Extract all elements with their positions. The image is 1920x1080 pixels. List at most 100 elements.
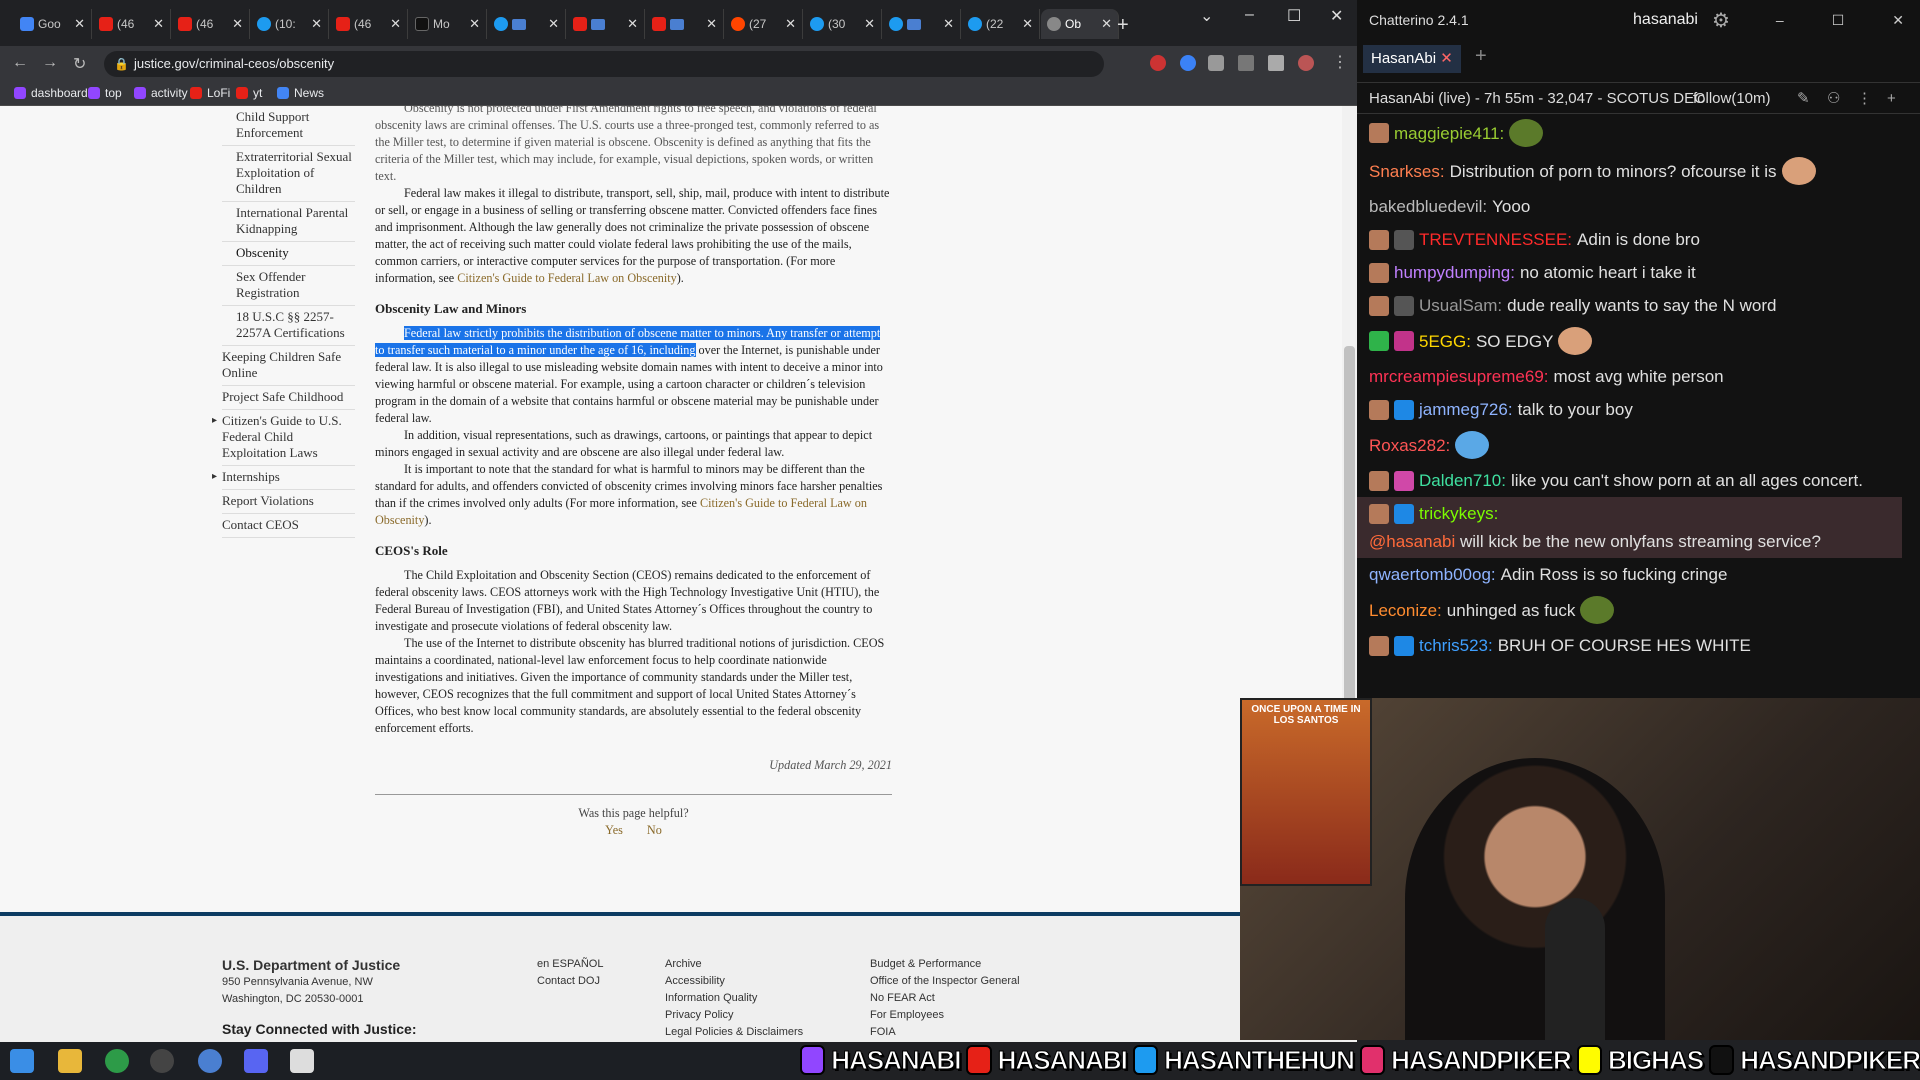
chat-username[interactable]: Roxas282:	[1369, 434, 1450, 457]
browser-tab[interactable]: ✕	[488, 9, 566, 39]
tab-close-icon[interactable]: ✕	[548, 16, 559, 32]
menu-kebab-icon[interactable]: ⋮	[1332, 52, 1348, 72]
chat-username[interactable]: Leconize:	[1369, 599, 1442, 622]
extension-ublock-icon[interactable]	[1150, 55, 1166, 71]
sidenav-item[interactable]: Internships	[212, 466, 355, 490]
obs-taskbar-icon[interactable]	[150, 1049, 174, 1073]
browser-tab[interactable]: Mo ✕	[409, 9, 487, 39]
bookmark-activity[interactable]: activity	[134, 86, 188, 100]
close-icon[interactable]: ✕	[1892, 12, 1904, 29]
sidenav-item[interactable]: Sex Offender Registration	[222, 266, 355, 306]
footer-link[interactable]: Accessibility	[665, 973, 803, 990]
minimize-icon[interactable]: –	[1776, 12, 1784, 28]
chat-username[interactable]: TREVTENNESSEE:	[1419, 228, 1572, 251]
sidenav-item[interactable]: International Parental Kidnapping	[222, 202, 355, 242]
bookmark-yt[interactable]: yt	[236, 86, 262, 100]
tab-hasanabi[interactable]: HasanAbi ✕	[1363, 45, 1461, 73]
footer-link[interactable]: en ESPAÑOL	[537, 956, 603, 973]
chat-username[interactable]: Snarkses:	[1369, 160, 1445, 183]
chat-username[interactable]: UsualSam:	[1419, 294, 1502, 317]
chat-username[interactable]: jammeg726:	[1419, 398, 1513, 421]
app-taskbar-icon[interactable]	[290, 1049, 314, 1073]
chat-username[interactable]: mrcreampiesupreme69:	[1369, 365, 1549, 388]
side-panel-icon[interactable]	[1268, 55, 1284, 71]
chat-username[interactable]: humpydumping:	[1394, 261, 1515, 284]
tab-close-icon[interactable]: ✕	[1022, 16, 1033, 32]
bookmark-lofi[interactable]: LoFi	[190, 86, 230, 100]
browser-tab[interactable]: Goo ✕	[14, 9, 92, 39]
close-tab-icon[interactable]: ✕	[1440, 50, 1453, 67]
browser-tab[interactable]: (27 ✕	[725, 9, 803, 39]
chat-username[interactable]: qwaertomb00og:	[1369, 563, 1496, 586]
sidenav-item[interactable]: 18 U.S.C §§ 2257-2257A Certifications	[222, 306, 355, 346]
bookmark-news[interactable]: News	[277, 86, 324, 100]
footer-link[interactable]: Contact DOJ	[537, 973, 603, 990]
footer-link[interactable]: For Employees	[870, 1007, 1020, 1024]
bookmark-top[interactable]: top	[88, 86, 122, 100]
browser-tab[interactable]: (30 ✕	[804, 9, 882, 39]
tab-close-icon[interactable]: ✕	[864, 16, 875, 32]
edit-icon[interactable]: ✎	[1797, 83, 1810, 113]
chat-username[interactable]: trickykeys:	[1419, 502, 1498, 525]
browser-tab[interactable]: (10: ✕	[251, 9, 329, 39]
tab-close-icon[interactable]: ✕	[627, 16, 638, 32]
tab-close-icon[interactable]: ✕	[153, 16, 164, 32]
chatterino-taskbar-icon[interactable]	[198, 1049, 222, 1073]
tab-close-icon[interactable]: ✕	[311, 16, 322, 32]
sidenav-item[interactable]: Child Support Enforcement	[222, 106, 355, 146]
media-control-icon[interactable]	[1238, 55, 1254, 71]
sidenav-item[interactable]: Report Violations	[222, 490, 355, 514]
tab-close-icon[interactable]: ✕	[706, 16, 717, 32]
tab-close-icon[interactable]: ✕	[232, 16, 243, 32]
chat-username[interactable]: Dalden710:	[1419, 469, 1506, 492]
windows-start-icon[interactable]	[10, 1049, 34, 1073]
helpful-no-link[interactable]: No	[647, 823, 662, 837]
footer-link[interactable]: Privacy Policy	[665, 1007, 803, 1024]
browser-tab[interactable]: ✕	[883, 9, 961, 39]
new-tab-button[interactable]: +	[1117, 14, 1129, 37]
chat-scrollbar[interactable]	[1902, 114, 1920, 698]
channel-menu-icon[interactable]: ⋮	[1857, 83, 1872, 113]
footer-link[interactable]: Office of the Inspector General	[870, 973, 1020, 990]
citizens-guide-link[interactable]: Citizen's Guide to Federal Law on Obscen…	[457, 271, 677, 285]
browser-tab[interactable]: Ob ✕	[1041, 9, 1119, 39]
browser-tab[interactable]: ✕	[646, 9, 724, 39]
extensions-puzzle-icon[interactable]	[1208, 55, 1224, 71]
tab-close-icon[interactable]: ✕	[74, 16, 85, 32]
footer-link[interactable]: Information Quality	[665, 990, 803, 1007]
profile-avatar[interactable]	[1298, 55, 1314, 71]
bookmark-dashboard[interactable]: dashboard	[14, 86, 88, 100]
sidenav-item[interactable]: Extraterritorial Sexual Exploitation of …	[222, 146, 355, 202]
extension-audio-icon[interactable]	[1180, 55, 1196, 71]
browser-tab[interactable]: ✕	[567, 9, 645, 39]
tab-close-icon[interactable]: ✕	[785, 16, 796, 32]
add-split-icon[interactable]: +	[1887, 83, 1896, 113]
chat-username[interactable]: tchris523:	[1419, 634, 1493, 657]
chat-username[interactable]: maggiepie411:	[1394, 122, 1504, 145]
minimize-icon[interactable]: –	[1245, 6, 1254, 24]
chrome-taskbar-icon[interactable]	[105, 1049, 129, 1073]
footer-link[interactable]: Archive	[665, 956, 803, 973]
sidenav-item[interactable]: Project Safe Childhood	[222, 386, 355, 410]
footer-link[interactable]: Budget & Performance	[870, 956, 1020, 973]
chat-username[interactable]: bakedbluedevil:	[1369, 195, 1487, 218]
browser-tab[interactable]: (22 ✕	[962, 9, 1040, 39]
sidenav-item[interactable]: Contact CEOS	[222, 514, 355, 538]
settings-gear-icon[interactable]: ⚙	[1712, 8, 1730, 33]
maximize-icon[interactable]: ☐	[1287, 6, 1301, 26]
forward-icon[interactable]: →	[42, 54, 58, 72]
footer-link[interactable]: Legal Policies & Disclaimers	[665, 1024, 803, 1041]
maximize-icon[interactable]: ☐	[1832, 12, 1845, 29]
browser-tab[interactable]: (46 ✕	[330, 9, 408, 39]
reload-icon[interactable]: ↻	[73, 54, 86, 74]
chatterino-user[interactable]: hasanabi	[1633, 11, 1698, 29]
sidenav-item[interactable]: Obscenity	[222, 242, 355, 266]
footer-link[interactable]: No FEAR Act	[870, 990, 1020, 1007]
tab-close-icon[interactable]: ✕	[390, 16, 401, 32]
back-icon[interactable]: ←	[12, 54, 28, 72]
helpful-yes-link[interactable]: Yes	[605, 823, 623, 837]
discord-taskbar-icon[interactable]	[244, 1049, 268, 1073]
tab-close-icon[interactable]: ✕	[1101, 16, 1112, 32]
sidenav-item[interactable]: Keeping Children Safe Online	[222, 346, 355, 386]
tab-close-icon[interactable]: ✕	[469, 16, 480, 32]
